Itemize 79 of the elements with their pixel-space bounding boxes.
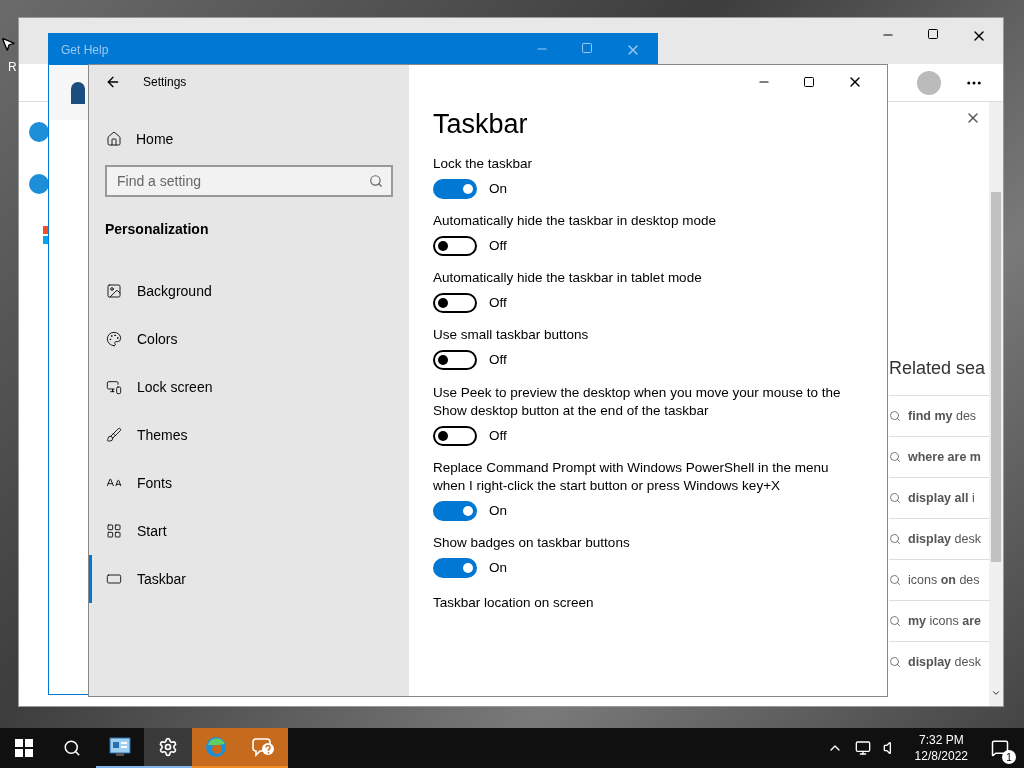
- desktop-icon-label[interactable]: R: [8, 58, 17, 76]
- nav-item[interactable]: Background: [89, 267, 409, 315]
- nav-label: Fonts: [137, 473, 172, 493]
- search-icon: [889, 410, 901, 422]
- setting-label: Taskbar location on screen: [433, 594, 595, 613]
- notification-badge: 1: [1002, 750, 1016, 764]
- toggle-state-label: Off: [489, 351, 507, 370]
- toggle-state-label: On: [489, 179, 507, 198]
- gear-icon: [158, 737, 178, 757]
- maximize-icon[interactable]: [927, 28, 939, 40]
- taskbar-app-button[interactable]: [144, 728, 192, 768]
- nav-item[interactable]: Lock screen: [89, 363, 409, 411]
- scrollbar[interactable]: [989, 102, 1003, 706]
- nav-label: Taskbar: [137, 569, 187, 589]
- setting-label: Lock the taskbar: [433, 154, 534, 173]
- nav-item[interactable]: Themes: [89, 411, 409, 459]
- start-icon: [106, 523, 122, 539]
- toggle-switch[interactable]: [433, 500, 477, 521]
- nav-item[interactable]: Home: [89, 121, 409, 157]
- window-title: Settings: [143, 74, 187, 91]
- chat-question-icon: [251, 736, 277, 758]
- scroll-down-icon[interactable]: [991, 688, 1001, 698]
- maximize-icon[interactable]: [803, 76, 815, 88]
- toggle-state-label: Off: [489, 426, 507, 445]
- control-panel-icon: [109, 737, 131, 757]
- setting-label: Automatically hide the taskbar in tablet mode: [433, 269, 703, 287]
- browser-logo-icon: [205, 736, 227, 758]
- toggle-switch[interactable]: [433, 350, 477, 371]
- nav-label: Themes: [137, 425, 188, 445]
- nav-item[interactable]: Colors: [89, 315, 409, 363]
- colors-icon: [106, 331, 122, 347]
- toggle-state-label: Off: [489, 294, 507, 312]
- search-icon: [889, 656, 901, 668]
- background-icon: [106, 283, 122, 299]
- window-title: Get Help: [61, 41, 109, 59]
- search-icon: [889, 451, 901, 463]
- setting-label: Replace Command Prompt with Windows PowerShell in the menu when I right-click the start button or press Windows key+X: [433, 458, 830, 495]
- lockscreen-icon: [106, 379, 122, 395]
- nav-label: Start: [137, 521, 167, 541]
- clock[interactable]: 7:32 PM 12/8/2022: [910, 732, 972, 764]
- nav-label: Lock screen: [137, 377, 213, 397]
- nav-label: Background: [137, 281, 212, 301]
- toggle-switch[interactable]: [433, 235, 477, 256]
- browser-logo-icon: [29, 174, 49, 194]
- setting-label: Use small taskbar buttons: [433, 326, 590, 345]
- nav-label: Colors: [137, 329, 178, 349]
- search-icon[interactable]: [63, 739, 81, 757]
- toggle-switch[interactable]: [433, 178, 477, 199]
- search-field[interactable]: Find a setting: [105, 165, 393, 197]
- search-icon: [889, 492, 901, 504]
- section-heading: Related sea: [889, 357, 987, 380]
- search-icon: [889, 574, 901, 586]
- nav-item[interactable]: Fonts: [89, 459, 409, 507]
- setting-label: Show badges on taskbar buttons: [433, 534, 631, 552]
- search-icon: [889, 615, 901, 627]
- toggle-state-label: On: [489, 501, 507, 520]
- section-heading: Personalization: [104, 220, 210, 239]
- network-icon[interactable]: [854, 740, 871, 756]
- mouse-pointer-icon: [0, 36, 16, 52]
- agent-avatar-icon: [71, 81, 85, 104]
- toggle-state-label: Off: [489, 236, 507, 255]
- toggle-switch[interactable]: [433, 425, 477, 446]
- notification-icon[interactable]: [991, 739, 1009, 757]
- setting-label: Automatically hide the taskbar in desktop mode: [433, 211, 717, 230]
- page-title: Taskbar: [433, 108, 529, 141]
- toggle-switch[interactable]: [433, 293, 477, 314]
- search-icon: [889, 533, 901, 545]
- toggle-state-label: On: [489, 559, 507, 577]
- setting-label: Use Peek to preview the desktop when you move your mouse to the Show desktop button at the end of the taskbar: [433, 383, 842, 420]
- nav-item[interactable]: Taskbar: [89, 555, 409, 603]
- taskbar-icon: [106, 571, 122, 587]
- nav-label: Home: [136, 129, 174, 149]
- windows-logo-icon: [15, 739, 33, 757]
- themes-icon: [106, 427, 122, 443]
- toggle-switch[interactable]: [433, 558, 477, 579]
- nav-item[interactable]: Start: [89, 507, 409, 555]
- home-icon: [106, 131, 122, 147]
- search-icon: [369, 174, 383, 188]
- browser-logo-icon: [29, 122, 49, 142]
